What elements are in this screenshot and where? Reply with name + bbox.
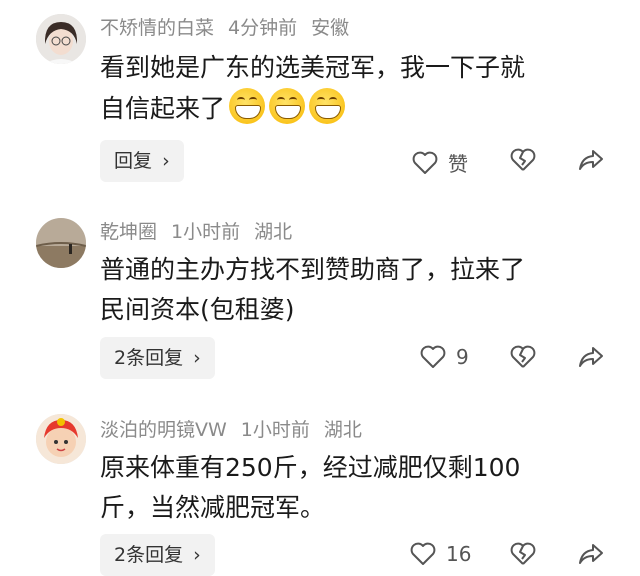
location: 湖北 bbox=[254, 221, 293, 243]
timestamp: 1小时前 bbox=[240, 419, 310, 441]
timestamp: 1小时前 bbox=[171, 221, 241, 243]
username[interactable]: 不矫情的白菜 bbox=[100, 17, 214, 39]
dislike-button[interactable] bbox=[510, 542, 536, 566]
share-button[interactable] bbox=[578, 542, 604, 566]
comment-text-line: 看到她是广东的选美冠军，我一下子就 bbox=[100, 53, 526, 82]
like-button[interactable]: 16 bbox=[410, 542, 471, 566]
comment-meta: 乾坤圈 1小时前 湖北 bbox=[100, 220, 306, 244]
comment-text-line: 普通的主办方找不到赞助商了，拉来了 bbox=[100, 255, 526, 284]
avatar[interactable] bbox=[36, 218, 86, 268]
comment-meta: 不矫情的白菜 4分钟前 安徽 bbox=[100, 16, 363, 40]
comment-text: 普通的主办方找不到赞助商了，拉来了 民间资本(包租婆) bbox=[100, 250, 620, 330]
avatar[interactable] bbox=[36, 14, 86, 64]
reply-button[interactable]: 2条回复 › bbox=[100, 534, 215, 576]
location: 安徽 bbox=[311, 17, 350, 39]
like-button[interactable]: 赞 bbox=[412, 148, 468, 177]
heart-icon bbox=[410, 542, 436, 565]
dislike-button[interactable] bbox=[510, 148, 536, 172]
comment-text-fragment: 自信起来了 bbox=[100, 94, 226, 123]
reply-label: 2条回复 bbox=[114, 544, 184, 566]
comment-text: 看到她是广东的选美冠军，我一下子就 自信起来了 bbox=[100, 48, 620, 129]
share-icon bbox=[579, 544, 603, 564]
comment-text-line: 自信起来了 bbox=[100, 88, 620, 129]
chevron-right-icon: › bbox=[162, 150, 170, 172]
like-count: 9 bbox=[456, 345, 469, 369]
avatar[interactable] bbox=[36, 414, 86, 464]
comment-meta: 淡泊的明镜VW 1小时前 湖北 bbox=[100, 418, 376, 442]
dislike-button[interactable] bbox=[510, 345, 536, 369]
reply-label: 2条回复 bbox=[114, 347, 184, 369]
broken-heart-icon bbox=[510, 345, 536, 368]
share-icon bbox=[579, 347, 603, 367]
share-button[interactable] bbox=[578, 148, 604, 172]
like-label: 赞 bbox=[448, 152, 468, 176]
comment-text: 原来体重有250斤，经过减肥仅剩100 斤，当然减肥冠军。 bbox=[100, 448, 620, 528]
heart-icon bbox=[420, 345, 446, 368]
share-icon bbox=[579, 150, 603, 170]
reply-button[interactable]: 2条回复 › bbox=[100, 337, 215, 379]
username[interactable]: 淡泊的明镜VW bbox=[100, 419, 227, 441]
chevron-right-icon: › bbox=[193, 347, 201, 369]
share-button[interactable] bbox=[578, 345, 604, 369]
broken-heart-icon bbox=[510, 148, 536, 171]
broken-heart-icon bbox=[510, 542, 536, 565]
username[interactable]: 乾坤圈 bbox=[100, 221, 157, 243]
location: 湖北 bbox=[323, 419, 362, 441]
like-count: 16 bbox=[446, 542, 472, 566]
like-button[interactable]: 9 bbox=[420, 345, 469, 369]
timestamp: 4分钟前 bbox=[228, 17, 298, 39]
grin-emoji-icon bbox=[309, 88, 346, 124]
chevron-right-icon: › bbox=[193, 544, 201, 566]
comment-text-line: 民间资本(包租婆) bbox=[100, 295, 295, 324]
heart-icon bbox=[412, 151, 438, 174]
comment-text-line: 原来体重有250斤，经过减肥仅剩100 bbox=[100, 453, 521, 482]
comment-text-line: 斤，当然减肥冠军。 bbox=[100, 493, 326, 522]
grin-emoji-icon bbox=[229, 88, 266, 124]
reply-label: 回复 bbox=[114, 150, 153, 172]
grin-emoji-icon bbox=[269, 88, 306, 124]
reply-button[interactable]: 回复 › bbox=[100, 140, 184, 182]
